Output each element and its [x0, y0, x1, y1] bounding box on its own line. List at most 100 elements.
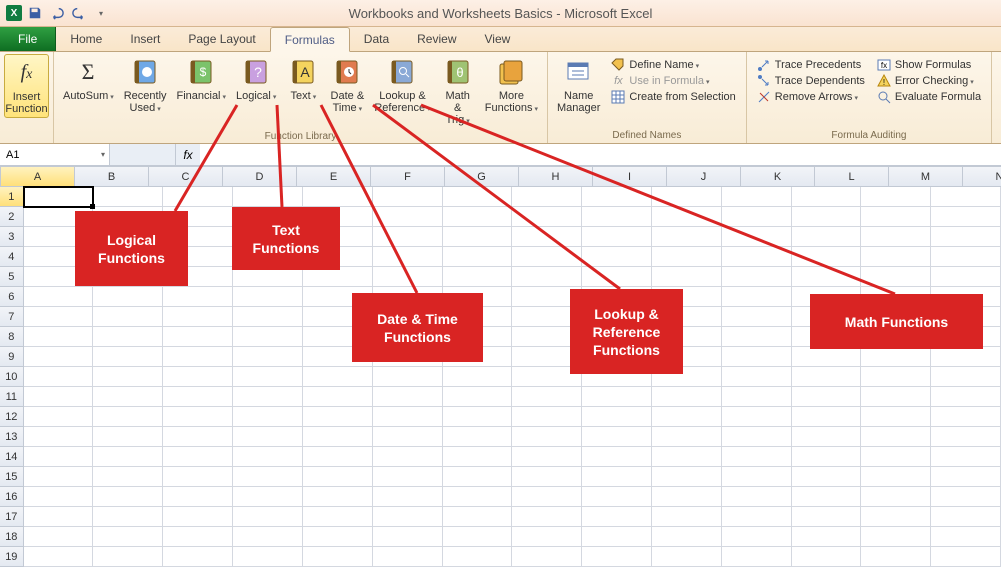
cell-I11[interactable]	[582, 387, 652, 407]
cell-C16[interactable]	[163, 487, 233, 507]
row-header-9[interactable]: 9	[0, 347, 24, 367]
cell-M14[interactable]	[861, 447, 931, 467]
cell-L17[interactable]	[792, 507, 862, 527]
cell-G16[interactable]	[443, 487, 513, 507]
cell-E16[interactable]	[303, 487, 373, 507]
cell-L13[interactable]	[792, 427, 862, 447]
cell-C11[interactable]	[163, 387, 233, 407]
cell-F1[interactable]	[373, 187, 443, 207]
cell-G14[interactable]	[443, 447, 513, 467]
cell-E13[interactable]	[303, 427, 373, 447]
cell-M12[interactable]	[861, 407, 931, 427]
cell-D8[interactable]	[233, 327, 303, 347]
cell-K8[interactable]	[722, 327, 792, 347]
cell-H19[interactable]	[512, 547, 582, 567]
cell-A14[interactable]	[24, 447, 94, 467]
cell-A8[interactable]	[24, 327, 94, 347]
cell-N13[interactable]	[931, 427, 1001, 447]
column-header-M[interactable]: M	[889, 167, 963, 187]
row-header-14[interactable]: 14	[0, 447, 24, 467]
date-time-button[interactable]: Date & Time	[325, 54, 369, 118]
cell-K6[interactable]	[722, 287, 792, 307]
row-header-18[interactable]: 18	[0, 527, 24, 547]
cell-D6[interactable]	[233, 287, 303, 307]
cell-I19[interactable]	[582, 547, 652, 567]
cell-F15[interactable]	[373, 467, 443, 487]
cell-E10[interactable]	[303, 367, 373, 387]
cell-K17[interactable]	[722, 507, 792, 527]
cell-B16[interactable]	[93, 487, 163, 507]
cell-B14[interactable]	[93, 447, 163, 467]
cell-E14[interactable]	[303, 447, 373, 467]
cell-F11[interactable]	[373, 387, 443, 407]
cell-L18[interactable]	[792, 527, 862, 547]
cell-N11[interactable]	[931, 387, 1001, 407]
row-header-3[interactable]: 3	[0, 227, 24, 247]
cell-B17[interactable]	[93, 507, 163, 527]
undo-button[interactable]	[48, 4, 66, 22]
text-button[interactable]: AText	[281, 54, 325, 106]
cell-E19[interactable]	[303, 547, 373, 567]
cell-J13[interactable]	[652, 427, 722, 447]
cell-G3[interactable]	[443, 227, 513, 247]
cell-D14[interactable]	[233, 447, 303, 467]
cell-D18[interactable]	[233, 527, 303, 547]
cell-F14[interactable]	[373, 447, 443, 467]
cell-C7[interactable]	[163, 307, 233, 327]
redo-button[interactable]	[70, 4, 88, 22]
cell-A12[interactable]	[24, 407, 94, 427]
row-header-15[interactable]: 15	[0, 467, 24, 487]
row-header-11[interactable]: 11	[0, 387, 24, 407]
cell-M9[interactable]	[861, 347, 931, 367]
cell-J3[interactable]	[652, 227, 722, 247]
cell-J19[interactable]	[652, 547, 722, 567]
cell-N5[interactable]	[931, 267, 1001, 287]
cell-D15[interactable]	[233, 467, 303, 487]
cell-G15[interactable]	[443, 467, 513, 487]
cell-N15[interactable]	[931, 467, 1001, 487]
cell-N17[interactable]	[931, 507, 1001, 527]
qat-customize-button[interactable]: ▾	[92, 4, 110, 22]
cell-K13[interactable]	[722, 427, 792, 447]
column-header-B[interactable]: B	[75, 167, 149, 187]
cell-C6[interactable]	[163, 287, 233, 307]
cell-H18[interactable]	[512, 527, 582, 547]
cell-G13[interactable]	[443, 427, 513, 447]
cell-F3[interactable]	[373, 227, 443, 247]
cell-G4[interactable]	[443, 247, 513, 267]
cell-J5[interactable]	[652, 267, 722, 287]
row-header-10[interactable]: 10	[0, 367, 24, 387]
cell-B18[interactable]	[93, 527, 163, 547]
show-formulas-button[interactable]: fxShow Formulas	[877, 58, 981, 72]
error-checking-button[interactable]: !Error Checking	[877, 74, 981, 88]
cell-C12[interactable]	[163, 407, 233, 427]
cell-M1[interactable]	[861, 187, 931, 207]
cell-L15[interactable]	[792, 467, 862, 487]
row-header-7[interactable]: 7	[0, 307, 24, 327]
tab-insert[interactable]: Insert	[116, 27, 174, 51]
cell-B11[interactable]	[93, 387, 163, 407]
cell-K19[interactable]	[722, 547, 792, 567]
cell-C13[interactable]	[163, 427, 233, 447]
tab-home[interactable]: Home	[56, 27, 116, 51]
cell-B9[interactable]	[93, 347, 163, 367]
cell-M3[interactable]	[861, 227, 931, 247]
cell-I2[interactable]	[582, 207, 652, 227]
cell-E5[interactable]	[303, 267, 373, 287]
cell-D12[interactable]	[233, 407, 303, 427]
column-header-J[interactable]: J	[667, 167, 741, 187]
cell-N18[interactable]	[931, 527, 1001, 547]
cell-L3[interactable]	[792, 227, 862, 247]
cell-C9[interactable]	[163, 347, 233, 367]
cell-C18[interactable]	[163, 527, 233, 547]
row-header-8[interactable]: 8	[0, 327, 24, 347]
cell-H12[interactable]	[512, 407, 582, 427]
cell-L11[interactable]	[792, 387, 862, 407]
cell-D19[interactable]	[233, 547, 303, 567]
tab-view[interactable]: View	[471, 27, 525, 51]
cell-D7[interactable]	[233, 307, 303, 327]
cell-H16[interactable]	[512, 487, 582, 507]
cell-L19[interactable]	[792, 547, 862, 567]
cell-H14[interactable]	[512, 447, 582, 467]
cell-I5[interactable]	[582, 267, 652, 287]
